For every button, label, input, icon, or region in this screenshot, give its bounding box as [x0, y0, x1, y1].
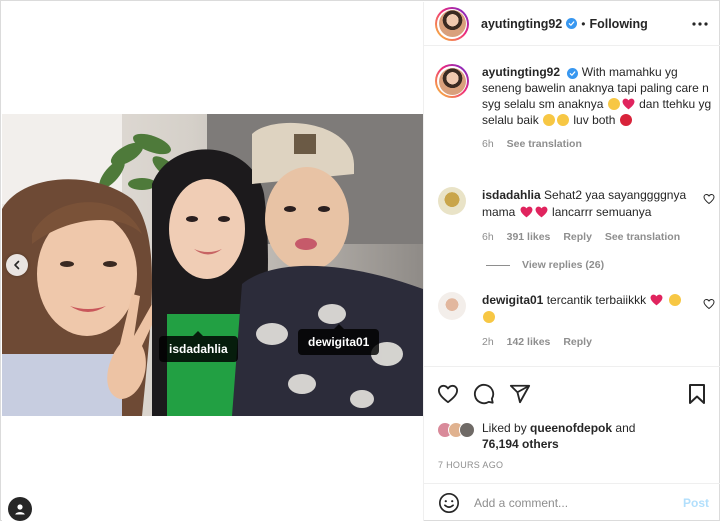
comment-avatar[interactable] [438, 292, 466, 320]
comment-text: isdadahlia Sehat2 yaa sayanggggnya mama … [482, 187, 715, 246]
comment-body-2: lancarrr semuanya [552, 205, 652, 219]
comment-avatar[interactable] [438, 187, 466, 215]
caption-age: 6h [482, 138, 494, 150]
heart-icon[interactable] [703, 298, 715, 310]
heart-eyes-emoji-icon [557, 114, 570, 126]
avatar[interactable] [435, 6, 469, 41]
action-buttons [437, 383, 531, 405]
comment-username[interactable]: isdadahlia [482, 188, 541, 202]
verified-icon [567, 68, 579, 79]
comment-likes[interactable]: 391 likes [507, 231, 551, 243]
author-username[interactable]: ayutingting92 [481, 17, 562, 31]
carousel-prev-icon[interactable] [6, 254, 28, 276]
post-sidebar: ayutingting92 • Following ayutingting92 … [423, 2, 720, 521]
smiling-hearts-emoji-icon [607, 98, 620, 110]
add-comment-bar: Post [424, 483, 720, 521]
verified-icon [566, 18, 578, 29]
comment-see-translation[interactable]: See translation [605, 231, 680, 243]
comment-icon[interactable] [473, 383, 495, 405]
comment-reply-button[interactable]: Reply [563, 336, 592, 348]
red-heart-emoji-icon [535, 206, 548, 218]
likes-summary: Liked by queenofdepok and 76,194 others [437, 420, 635, 452]
comment-likes[interactable]: 142 likes [507, 336, 551, 348]
liked-others[interactable]: 76,194 others [482, 437, 559, 451]
likes-text: Liked by queenofdepok and 76,194 others [482, 420, 635, 452]
comment-body: tercantik terbaiikkk [546, 293, 647, 307]
photo-image [2, 114, 423, 416]
post-media: isdadahlia dewigita01 [2, 2, 423, 521]
red-heart-emoji-icon [622, 98, 635, 110]
comment-meta: 6h 391 likes Reply See translation [482, 229, 693, 246]
caption: ayutingting92 With mamahku yg seneng baw… [435, 64, 715, 152]
comment-age: 6h [482, 231, 494, 243]
kiss-emoji-icon [483, 311, 495, 323]
comment-item: dewigita01 tercantik terbaiikkk 2h 142 l… [435, 292, 715, 351]
view-replies-button[interactable]: View replies (26) [486, 259, 604, 271]
share-icon[interactable] [509, 383, 531, 405]
comment-item: isdadahlia Sehat2 yaa sayanggggnya mama … [435, 187, 715, 246]
red-heart-emoji-icon [650, 294, 663, 306]
post-timestamp[interactable]: 7 HOURS AGO [438, 460, 503, 470]
emoji-icon[interactable] [438, 492, 460, 514]
liked-by-prefix: Liked by [482, 421, 527, 435]
lips-emoji-icon [619, 114, 632, 126]
caption-avatar[interactable] [435, 64, 469, 98]
kiss-emoji-icon [668, 294, 681, 306]
liked-avatars [437, 422, 475, 438]
caption-see-translation[interactable]: See translation [507, 138, 582, 150]
more-icon[interactable] [691, 15, 709, 33]
kiss-emoji-icon [543, 114, 556, 126]
liked-and: and [615, 421, 636, 435]
heart-icon[interactable] [437, 383, 459, 405]
caption-meta: 6h See translation [482, 136, 715, 152]
comment-age: 2h [482, 336, 494, 348]
bookmark-icon[interactable] [687, 383, 709, 405]
post-comment-button[interactable]: Post [683, 496, 709, 510]
user-tags-icon[interactable] [8, 497, 32, 521]
comment-meta: 2h 142 likes Reply [482, 334, 693, 351]
post-photo[interactable] [2, 114, 423, 416]
caption-text: ayutingting92 With mamahku yg seneng baw… [482, 64, 715, 152]
user-tag-dewigita01[interactable]: dewigita01 [298, 324, 380, 355]
liked-by-user[interactable]: queenofdepok [530, 421, 612, 435]
user-tag-isdadahlia[interactable]: isdadahlia [159, 331, 238, 362]
comment-input[interactable] [474, 495, 664, 510]
caption-body-3: luv both [573, 113, 616, 127]
following-button[interactable]: Following [589, 17, 647, 31]
red-heart-emoji-icon [520, 206, 533, 218]
post-dialog: isdadahlia dewigita01 ayutingting92 • Fo… [0, 0, 720, 521]
comment-reply-button[interactable]: Reply [563, 231, 592, 243]
comment-username[interactable]: dewigita01 [482, 293, 543, 307]
comment-text: dewigita01 tercantik terbaiikkk 2h 142 l… [482, 292, 715, 351]
avatar[interactable] [459, 422, 475, 438]
separator: • [581, 16, 586, 31]
comments-section: ayutingting92 With mamahku yg seneng baw… [424, 47, 720, 365]
post-header: ayutingting92 • Following [424, 2, 720, 46]
post-actions-area: Liked by queenofdepok and 76,194 others … [424, 366, 720, 521]
caption-username[interactable]: ayutingting92 [482, 65, 560, 79]
heart-icon[interactable] [703, 193, 715, 205]
